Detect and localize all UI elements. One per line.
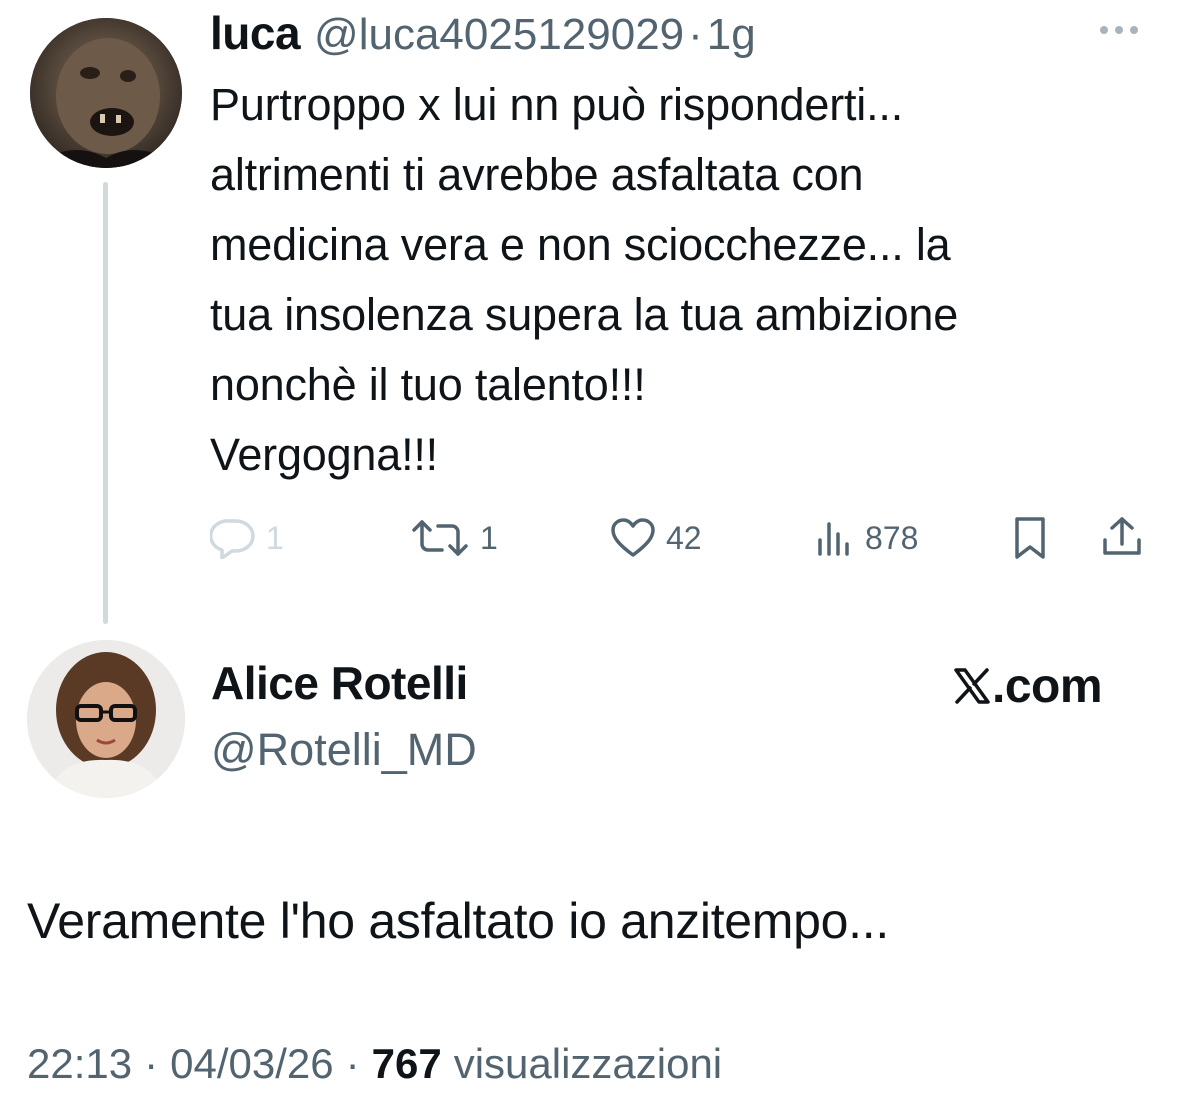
x-logo-icon: [954, 668, 990, 704]
x-com-brand: .com: [952, 656, 1103, 716]
separator-dot: ·: [345, 1040, 360, 1087]
heart-icon: [611, 518, 655, 557]
views-button[interactable]: 878: [815, 506, 918, 570]
reply-icon: [210, 519, 255, 559]
author-handle[interactable]: @luca4025129029: [314, 10, 684, 60]
analytics-icon: [818, 522, 849, 556]
tweet-time[interactable]: 1g: [707, 10, 756, 60]
tweet-meta: 22:13 · 04/03/26 · 767 visualizzazioni: [27, 1040, 722, 1088]
separator-dot: ·: [144, 1040, 159, 1087]
brand-label: .com: [992, 659, 1103, 713]
like-button[interactable]: 42: [610, 506, 702, 570]
repost-count: 1: [480, 519, 498, 556]
tweet-text-line: nonchè il tuo talento!!!: [210, 359, 646, 410]
tweet-actions-bar: 1 1 42 878: [210, 506, 1160, 570]
share-icon: [1103, 517, 1141, 555]
tweet-text-line: altrimenti ti avrebbe asfaltata con: [210, 149, 864, 200]
bookmark-button[interactable]: [1010, 506, 1050, 570]
author-name[interactable]: Alice Rotelli: [211, 656, 468, 710]
author-handle[interactable]: @Rotelli_MD: [211, 724, 477, 776]
views-label: visualizzazioni: [453, 1040, 723, 1087]
tweet-text-line: medicina vera e non sciocchezze... la: [210, 219, 951, 270]
bookmark-icon: [1015, 517, 1045, 559]
share-button[interactable]: [1100, 506, 1144, 570]
avatar-luca[interactable]: [30, 18, 182, 168]
tweet-text-line: tua insolenza supera la tua ambizione: [210, 289, 959, 340]
views-count: 767: [371, 1040, 442, 1087]
parent-tweet-header: luca @luca4025129029 · 1g: [210, 6, 756, 62]
like-count: 42: [666, 519, 702, 556]
tweet-date[interactable]: 04/03/26: [170, 1040, 334, 1088]
reply-button[interactable]: 1: [210, 506, 284, 570]
tweet-text-line: Purtroppo x lui nn può risponderti...: [210, 79, 904, 130]
repost-icon: [412, 520, 468, 556]
main-tweet-text: Veramente l'ho asfaltato io anzitempo...: [27, 893, 889, 949]
avatar-alice-rotelli[interactable]: [27, 640, 185, 798]
reply-count: 1: [266, 519, 284, 556]
thread-line: [103, 182, 108, 624]
separator-dot: ·: [688, 10, 703, 59]
parent-tweet-text: Purtroppo x lui nn può risponderti... al…: [210, 70, 1150, 490]
views-count: 878: [865, 519, 919, 556]
repost-button[interactable]: 1: [410, 506, 498, 570]
more-horizontal-icon[interactable]: [1100, 20, 1148, 40]
tweet-time[interactable]: 22:13: [27, 1040, 132, 1088]
tweet-text-line: Vergogna!!!: [210, 429, 438, 480]
author-name[interactable]: luca: [210, 6, 301, 60]
